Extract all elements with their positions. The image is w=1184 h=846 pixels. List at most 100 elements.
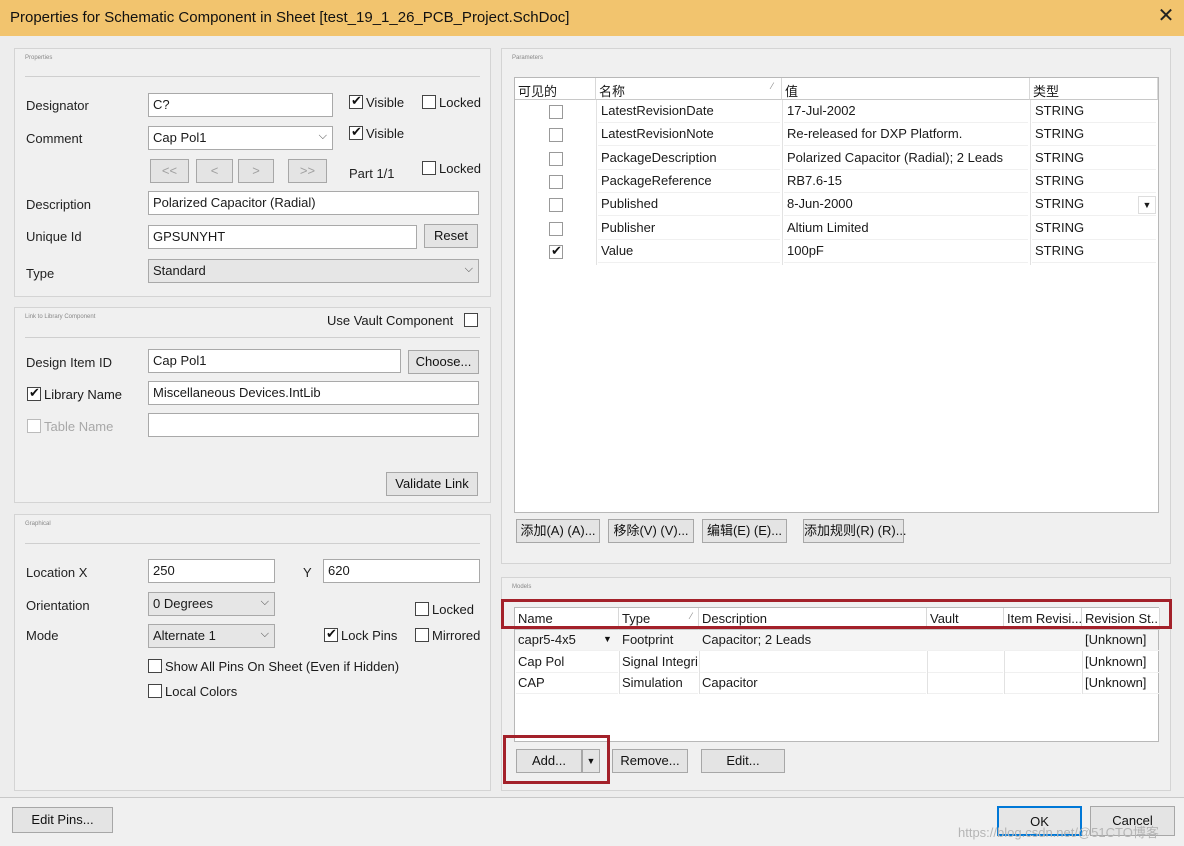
orientation-label: Orientation [26, 598, 90, 613]
lock-pins-checkbox[interactable]: ✔ [324, 626, 338, 642]
orientation-select[interactable]: 0 Degrees ⌵ [148, 592, 275, 616]
location-y-label: Y [303, 565, 312, 580]
mode-select[interactable]: Alternate 1 ⌵ [148, 624, 275, 648]
watermark-text: https://blog.csdn.net/@51CTO博客 [958, 825, 1159, 840]
local-colors-label: Local Colors [165, 684, 238, 699]
model-revision-state: [Unknown] [1083, 673, 1159, 694]
comment-visible-label: Visible [366, 126, 405, 141]
design-item-input[interactable]: Cap Pol1 [148, 349, 401, 373]
table-row[interactable]: Publisher Altium Limited STRING [515, 217, 1158, 240]
unique-id-input[interactable]: GPSUNYHT [148, 225, 417, 249]
row-visible-checkbox[interactable] [549, 151, 563, 166]
parameter-remove-button[interactable]: 移除(V) (V)... [608, 519, 694, 543]
library-name-input[interactable]: Miscellaneous Devices.IntLib [148, 381, 479, 405]
parameter-name: Published [598, 193, 780, 217]
comment-label: Comment [26, 131, 83, 146]
column-header-value[interactable]: 值 [782, 78, 1030, 100]
row-visible-checkbox[interactable] [549, 174, 563, 189]
table-row[interactable]: Published 8-Jun-2000 STRING [515, 193, 1158, 217]
check-icon: ✔ [351, 93, 362, 108]
chevron-down-icon: ⌵ [260, 596, 269, 608]
location-y-input[interactable]: 620 [323, 559, 480, 583]
group-title: Properties [25, 55, 53, 61]
designator-input[interactable]: C? [148, 93, 333, 117]
group-title: Parameters [512, 55, 544, 61]
table-row[interactable]: LatestRevisionDate 17-Jul-2002 STRING [515, 100, 1158, 123]
mirrored-checkbox[interactable] [415, 628, 429, 642]
previous-part-button[interactable]: < [196, 159, 233, 183]
first-part-button[interactable]: << [150, 159, 189, 183]
last-part-button[interactable]: >> [288, 159, 327, 183]
parameter-name: LatestRevisionNote [598, 123, 780, 147]
location-x-input[interactable]: 250 [148, 559, 275, 583]
type-value: Standard [153, 263, 206, 278]
table-row[interactable]: LatestRevisionNote Re-released for DXP Pl… [515, 123, 1158, 147]
close-icon[interactable]: ✕ [1155, 5, 1177, 27]
chevron-down-icon[interactable]: ▼ [603, 634, 612, 644]
mirrored-label: Mirrored [432, 628, 481, 643]
comment-visible-checkbox[interactable]: ✔ [349, 124, 363, 140]
lock-pins-label: Lock Pins [341, 628, 398, 643]
table-row[interactable]: PackageDescription Polarized Capacitor (R… [515, 147, 1158, 170]
table-row[interactable]: PackageReference RB7.6-15 STRING [515, 170, 1158, 193]
window-title: Properties for Schematic Component in Sh… [10, 9, 570, 26]
model-item-revision [1005, 673, 1081, 694]
parameter-add-rule-button[interactable]: 添加规则(R) (R)... [803, 519, 907, 543]
reset-button[interactable]: Reset [424, 224, 478, 248]
model-description: Capacitor [700, 673, 926, 694]
mode-value: Alternate 1 [153, 628, 216, 643]
table-name-input[interactable] [148, 413, 479, 437]
row-visible-checkbox[interactable] [549, 128, 563, 143]
locked-checkbox[interactable] [415, 602, 429, 616]
model-description [700, 652, 926, 673]
parameter-name: PackageDescription [598, 147, 780, 170]
parameter-value: Polarized Capacitor (Radial); 2 Leads [784, 147, 1028, 170]
edit-pins-button[interactable]: Edit Pins... [12, 807, 113, 833]
title-bar: Properties for Schematic Component in Sh… [0, 0, 1184, 36]
parameter-type: STRING [1032, 100, 1156, 123]
table-row[interactable]: Cap PolSignal Integrity [Unknown] [515, 652, 1159, 673]
group-title: Graphical [25, 521, 51, 527]
description-input[interactable]: Polarized Capacitor (Radial) [148, 191, 479, 215]
part-locked-checkbox[interactable] [422, 161, 436, 175]
row-visible-checkbox[interactable] [549, 221, 563, 236]
column-header-type[interactable]: 类型 [1030, 78, 1158, 100]
model-type: Simulation [620, 673, 698, 694]
combo-dropdown-icon[interactable]: ▼ [1138, 196, 1156, 214]
parameter-name: LatestRevisionDate [598, 100, 780, 123]
use-vault-checkbox[interactable] [464, 313, 478, 327]
choose-button[interactable]: Choose... [408, 350, 479, 374]
add-button-highlight [503, 735, 610, 784]
row-visible-checkbox[interactable]: ✔ [549, 243, 563, 259]
row-visible-checkbox[interactable] [549, 105, 563, 119]
library-name-checkbox[interactable]: ✔ [27, 385, 41, 401]
model-name: Cap Pol [516, 652, 618, 673]
table-row[interactable]: capr5-4x5 Footprint Capacitor; 2 Leads [Unk… [515, 630, 1159, 651]
row-visible-checkbox[interactable] [549, 198, 563, 213]
show-all-pins-label: Show All Pins On Sheet (Even if Hidden) [165, 659, 400, 674]
local-colors-checkbox[interactable] [148, 684, 162, 698]
table-row[interactable]: CAP Simulation Capacitor [Unknown] [515, 673, 1159, 694]
mode-label: Mode [26, 628, 59, 643]
comment-select[interactable]: Cap Pol1 ⌵ [148, 126, 333, 150]
model-edit-button[interactable]: Edit... [701, 749, 785, 773]
designator-visible-checkbox[interactable]: ✔ [349, 93, 363, 109]
part-locked-label: Locked [439, 161, 481, 176]
parameter-edit-button[interactable]: 编辑(E) (E)... [702, 519, 787, 543]
table-row[interactable]: ✔ Value 100pF STRING [515, 240, 1158, 263]
model-type: Signal Integrity [620, 652, 698, 673]
designator-locked-checkbox[interactable] [422, 95, 436, 109]
parameter-type: STRING [1032, 217, 1156, 240]
show-all-pins-checkbox[interactable] [148, 659, 162, 673]
column-header-visible[interactable]: 可见的 [515, 78, 596, 100]
type-select[interactable]: Standard ⌵ [148, 259, 479, 283]
parameter-type: STRING [1032, 240, 1156, 263]
validate-link-button[interactable]: Validate Link [386, 472, 478, 496]
model-remove-button[interactable]: Remove... [612, 749, 688, 773]
model-type: Footprint [620, 630, 698, 651]
column-header-name[interactable]: 名称 ⁄ [596, 78, 782, 100]
next-part-button[interactable]: > [238, 159, 274, 183]
description-label: Description [26, 197, 92, 212]
table-name-checkbox[interactable] [27, 419, 41, 433]
parameter-add-button[interactable]: 添加(A) (A)... [516, 519, 600, 543]
